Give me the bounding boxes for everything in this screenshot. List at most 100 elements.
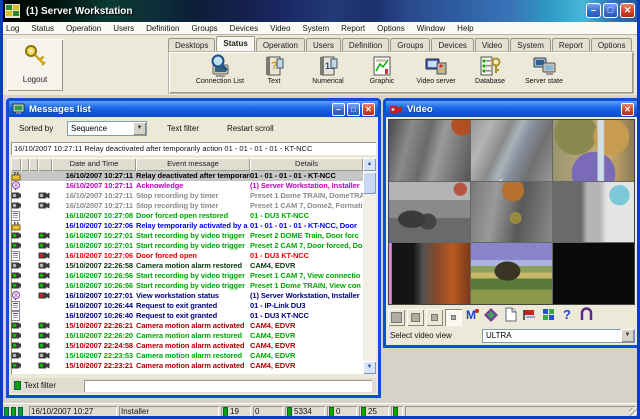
video-cell-cam-8[interactable] xyxy=(471,243,552,304)
col-icon-4[interactable] xyxy=(38,158,52,171)
tab-definition[interactable]: Definition xyxy=(341,38,390,51)
messages-maximize-button[interactable]: □ xyxy=(347,103,360,116)
messages-minimize-button[interactable]: – xyxy=(332,103,345,116)
video-titlebar[interactable]: Video ✕ xyxy=(386,101,637,117)
help-button[interactable]: ? xyxy=(559,307,576,326)
chevron-down-icon[interactable]: ▼ xyxy=(621,329,634,342)
video-cell-cam-5[interactable] xyxy=(471,181,552,243)
message-row[interactable]: 16/10/2007 10:27:11 Stop recording by tim… xyxy=(11,191,363,201)
message-row[interactable]: 16/10/2007 10:27:06 Relay temporarily act… xyxy=(11,221,363,231)
col-icon-1[interactable] xyxy=(11,158,21,171)
video-cell-cam-1[interactable] xyxy=(389,120,470,181)
scroll-thumb[interactable] xyxy=(363,172,376,194)
tab-devices[interactable]: Devices xyxy=(431,38,474,51)
logout-button[interactable]: Logout xyxy=(7,39,63,91)
message-row[interactable]: 15/10/2007 22:24:58 Camera motion alarm a… xyxy=(11,341,363,351)
message-row[interactable]: 16/10/2007 10:27:01 View workstation stat… xyxy=(11,291,363,301)
menu-groups[interactable]: Groups xyxy=(185,24,223,33)
col-details[interactable]: Details xyxy=(250,158,363,171)
chevron-down-icon[interactable]: ▼ xyxy=(133,122,146,135)
message-row[interactable]: 16/10/2007 10:26:56 Start recording by vi… xyxy=(11,281,363,291)
message-row[interactable]: 16/10/2007 10:27:06 Door forced open 01 - … xyxy=(11,251,363,261)
video-cell-cam-7[interactable] xyxy=(389,243,470,304)
tab-video[interactable]: Video xyxy=(474,38,510,51)
toolbar-button-connection-list[interactable]: Connection List xyxy=(193,54,247,86)
close-button[interactable]: ✕ xyxy=(620,3,635,18)
video-cell-cam-6[interactable] xyxy=(553,181,634,243)
tab-options[interactable]: Options xyxy=(590,38,633,51)
message-row[interactable]: 16/10/2007 10:27:11 Relay deactivated aft… xyxy=(11,171,363,181)
menu-users[interactable]: Users xyxy=(107,24,140,33)
menu-operation[interactable]: Operation xyxy=(60,24,107,33)
video-close-button[interactable]: ✕ xyxy=(621,103,634,116)
menu-video[interactable]: Video xyxy=(264,24,296,33)
message-row[interactable]: 16/10/2007 10:27:01 Start recording by vi… xyxy=(11,231,363,241)
message-row[interactable]: 15/10/2007 22:23:21 Camera motion alarm a… xyxy=(11,361,363,371)
palette-button[interactable] xyxy=(483,308,500,326)
tab-operation[interactable]: Operation xyxy=(255,38,305,51)
restart-scroll-button[interactable]: Restart scroll xyxy=(227,124,274,133)
video-cell-cam-2[interactable] xyxy=(471,120,552,181)
message-row[interactable]: 16/10/2007 10:27:11 Acknowledge (1) Server… xyxy=(11,181,363,191)
message-row[interactable]: 16/10/2007 10:26:44 Request to exit grant… xyxy=(11,301,363,311)
text-filter-toggle[interactable]: Text filter xyxy=(167,124,199,133)
tab-report[interactable]: Report xyxy=(551,38,590,51)
video-cell-cam-9[interactable] xyxy=(553,243,634,304)
video-cell-cam-3[interactable] xyxy=(553,120,634,181)
menu-status[interactable]: Status xyxy=(25,24,60,33)
tab-status[interactable]: Status xyxy=(216,36,255,51)
toolbar-button-server-state[interactable]: Server state xyxy=(517,54,571,86)
messages-close-button[interactable]: ✕ xyxy=(362,103,375,116)
message-row[interactable]: 16/10/2007 10:26:40 Request to exit grant… xyxy=(11,311,363,321)
col-event[interactable]: Event message xyxy=(136,158,250,171)
snapshot-button[interactable] xyxy=(502,307,519,326)
toolbar-button-numerical[interactable]: 12 Numerical xyxy=(301,54,355,86)
menu-definition[interactable]: Definition xyxy=(140,24,185,33)
minimize-button[interactable]: – xyxy=(586,3,601,18)
col-icon-3[interactable] xyxy=(29,158,38,171)
messages-scrollbar[interactable]: ▲ ▼ xyxy=(363,158,376,374)
resize-grip[interactable] xyxy=(629,408,637,416)
tab-desktops[interactable]: Desktops xyxy=(168,38,216,51)
size-small-button[interactable] xyxy=(426,308,443,326)
maximize-button[interactable]: □ xyxy=(603,3,618,18)
menu-devices[interactable]: Devices xyxy=(224,24,264,33)
size-large-button[interactable] xyxy=(388,308,405,326)
message-row[interactable]: 16/10/2007 10:27:11 Stop recording by tim… xyxy=(11,201,363,211)
menu-options[interactable]: Options xyxy=(371,24,411,33)
toolbar-button-video-server[interactable]: Video server xyxy=(409,54,463,86)
message-row[interactable]: 16/10/2007 10:26:56 Start recording by vi… xyxy=(11,271,363,281)
tab-groups[interactable]: Groups xyxy=(390,38,431,51)
record-flag-button[interactable] xyxy=(521,309,538,326)
exit-button[interactable] xyxy=(578,307,595,326)
video-cell-cam-4[interactable] xyxy=(389,181,470,243)
messages-titlebar[interactable]: Messages list – □ ✕ xyxy=(9,101,378,117)
toolbar-button-graphic[interactable]: Graphic xyxy=(355,54,409,86)
toolbar-button-text[interactable]: ? Text xyxy=(247,54,301,86)
tab-users[interactable]: Users xyxy=(305,38,341,51)
tab-system[interactable]: System xyxy=(510,38,551,51)
menu-window[interactable]: Window xyxy=(411,24,451,33)
text-filter-input[interactable] xyxy=(84,379,372,392)
sort-order-select[interactable]: Sequence ▼ xyxy=(67,121,147,136)
menu-report[interactable]: Report xyxy=(335,24,371,33)
scroll-up-icon[interactable]: ▲ xyxy=(363,158,376,171)
col-icon-2[interactable] xyxy=(21,158,29,171)
menu-log[interactable]: Log xyxy=(3,24,25,33)
mosaic-button[interactable] xyxy=(540,309,557,326)
multiview-button[interactable]: M xyxy=(464,308,481,326)
menu-system[interactable]: System xyxy=(296,24,335,33)
size-tiny-button[interactable] xyxy=(445,308,462,326)
col-date[interactable]: Date and Time xyxy=(52,158,136,171)
toolbar-button-database[interactable]: Database xyxy=(463,54,517,86)
scroll-down-icon[interactable]: ▼ xyxy=(363,361,376,374)
size-medium-button[interactable] xyxy=(407,308,424,326)
message-row[interactable]: 15/10/2007 22:26:58 Camera motion alarm r… xyxy=(11,261,363,271)
message-row[interactable]: 15/10/2007 22:26:21 Camera motion alarm a… xyxy=(11,321,363,331)
message-row[interactable]: 15/10/2007 22:23:53 Camera motion alarm r… xyxy=(11,351,363,361)
message-row[interactable]: 15/10/2007 22:26:20 Camera motion alarm r… xyxy=(11,331,363,341)
video-view-select[interactable]: ULTRA ▼ xyxy=(482,328,635,343)
menu-help[interactable]: Help xyxy=(451,24,479,33)
message-row[interactable]: 16/10/2007 10:27:08 Door forced open rest… xyxy=(11,211,363,221)
message-row[interactable]: 16/10/2007 10:27:01 Start recording by vi… xyxy=(11,241,363,251)
